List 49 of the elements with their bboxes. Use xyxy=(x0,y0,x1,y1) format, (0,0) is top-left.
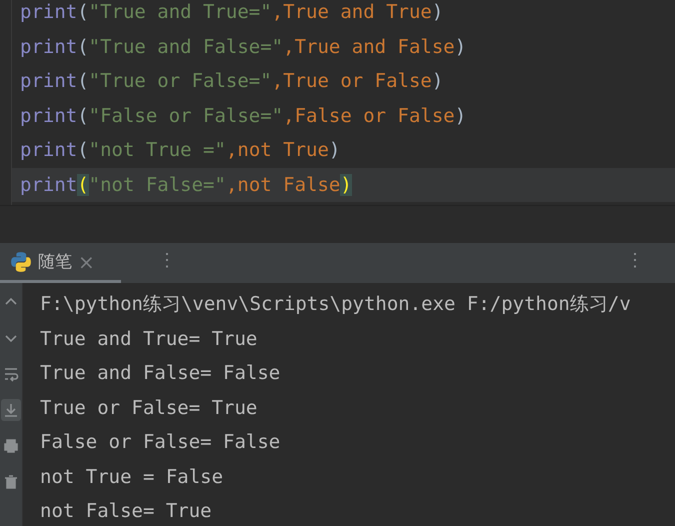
code-expression: False or False xyxy=(294,104,455,126)
parenthesis: ( xyxy=(77,174,89,196)
console-output-line: not False= True xyxy=(40,499,213,524)
string-literal: "not False=" xyxy=(88,174,226,196)
string-literal: "not True =" xyxy=(88,139,226,161)
parenthesis: ) xyxy=(454,36,466,58)
function-name: print xyxy=(20,174,78,196)
code-expression: not True xyxy=(237,139,329,161)
console-output-line: True and True= True xyxy=(40,326,258,352)
code-expression: True or False xyxy=(283,70,432,92)
options-menu-icon[interactable]: ⋮ xyxy=(626,249,644,271)
string-literal: "True or False=" xyxy=(88,70,272,92)
console-output-line: True or False= True xyxy=(40,396,258,420)
code-expression: True and False xyxy=(294,36,455,58)
function-name: print xyxy=(20,104,78,126)
console-output-line: True and False= False xyxy=(40,361,282,386)
parenthesis: ) xyxy=(432,70,444,92)
parenthesis: ) xyxy=(328,139,340,161)
close-icon[interactable]: × xyxy=(78,250,95,274)
function-name: print xyxy=(20,36,78,58)
comma: , xyxy=(272,70,284,92)
console-output-line: not True = False xyxy=(40,464,224,490)
parenthesis: ) xyxy=(432,1,444,23)
code-expression: not False xyxy=(237,174,340,196)
string-literal: "False or False=" xyxy=(88,104,284,126)
function-name: print xyxy=(20,1,78,23)
parenthesis: ( xyxy=(77,104,89,126)
function-name: print xyxy=(20,139,78,161)
comma: , xyxy=(226,174,238,196)
function-name: print xyxy=(20,70,78,92)
parenthesis: ( xyxy=(77,36,89,58)
comma: , xyxy=(283,104,295,126)
run-tab[interactable]: 随笔 × xyxy=(0,243,121,283)
parenthesis: ) xyxy=(454,104,466,126)
comma: , xyxy=(272,1,284,23)
snake-logo-icon xyxy=(10,250,32,272)
string-literal: "True and True=" xyxy=(88,1,272,23)
console-output-line: False or False= False xyxy=(40,430,282,455)
comma: , xyxy=(226,139,238,161)
console-output-line: F:\python练习\venv\Scripts\python.exe F:/python练习/v xyxy=(40,292,631,317)
parenthesis: ( xyxy=(77,1,89,23)
comma: , xyxy=(283,36,295,58)
parenthesis: ) xyxy=(340,174,352,196)
parenthesis: ( xyxy=(77,139,89,161)
parenthesis: ( xyxy=(77,70,89,92)
string-literal: "True and False=" xyxy=(88,36,284,58)
scroll-to-end-icon[interactable] xyxy=(1,399,21,421)
options-menu-icon[interactable]: ⋮ xyxy=(158,249,176,271)
code-expression: True and True xyxy=(283,1,432,23)
